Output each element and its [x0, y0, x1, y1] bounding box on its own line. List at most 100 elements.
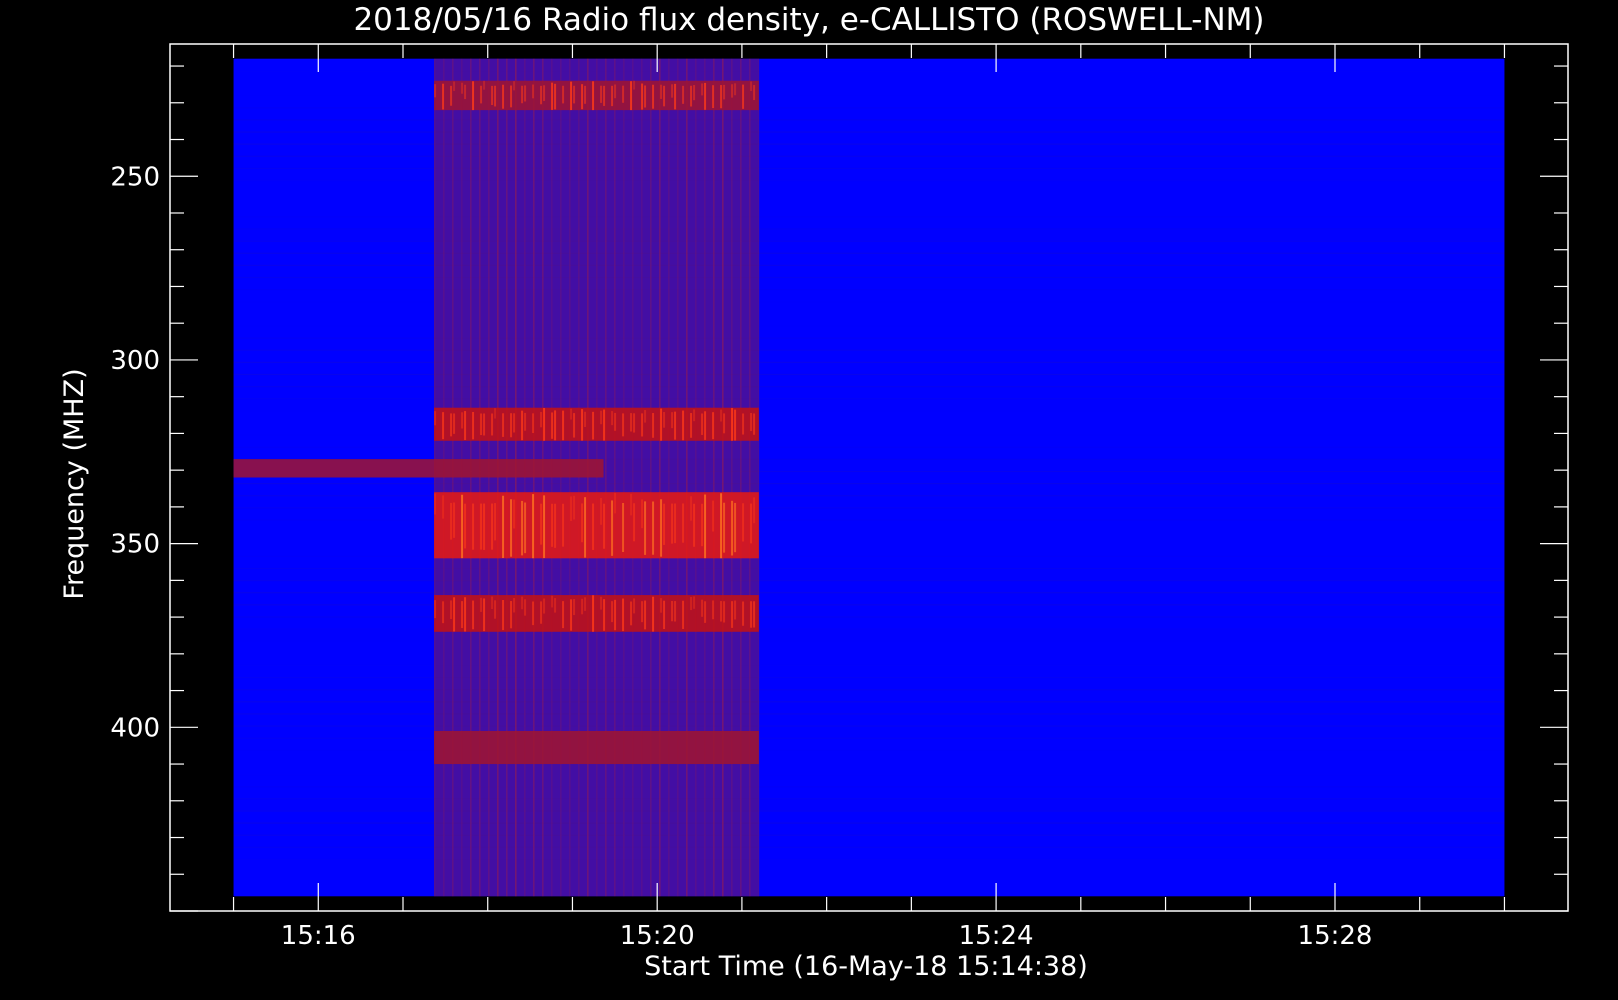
burst-speckle: [442, 412, 445, 440]
burst-speckle: [510, 601, 513, 629]
burst-speckle: [603, 85, 606, 106]
burst-speckle: [750, 412, 753, 432]
burst-stripe: [758, 58, 760, 897]
noise-stripe: [233, 252, 1505, 254]
burst-speckle: [494, 85, 497, 107]
burst-speckle: [701, 599, 704, 617]
burst-speckle: [693, 596, 696, 609]
burst-stripe: [695, 58, 697, 897]
burst-speckle: [543, 85, 546, 101]
burst-speckle: [600, 498, 603, 525]
burst-speckle: [682, 410, 685, 441]
burst-speckle: [622, 413, 625, 437]
burst-band: [434, 730, 759, 765]
burst-speckle: [731, 500, 734, 556]
burst-speckle: [630, 81, 633, 111]
noise-stripe: [234, 71, 1505, 72]
burst-band: [434, 407, 759, 441]
burst-band: [434, 492, 759, 559]
burst-speckle: [652, 84, 655, 109]
burst-speckle: [464, 411, 467, 441]
burst-speckle: [453, 597, 456, 632]
burst-stripe: [731, 58, 733, 897]
noise-stripe: [234, 895, 1505, 896]
burst-speckle: [633, 413, 636, 433]
burst-speckle: [663, 85, 666, 107]
burst-speckle: [644, 600, 647, 630]
burst-speckle: [704, 82, 707, 110]
noise-stripe: [233, 155, 1505, 157]
burst-speckle: [510, 499, 513, 557]
noise-stripe: [234, 519, 1505, 520]
noise-stripe: [234, 871, 1505, 872]
noise-stripe: [233, 567, 1505, 570]
burst-speckle: [472, 600, 475, 630]
burst-speckle: [570, 496, 573, 521]
burst-speckle: [562, 503, 565, 547]
burst-speckle: [510, 85, 513, 108]
burst-speckle: [720, 493, 723, 559]
x-axis-label: Start Time (16-May-18 15:14:38): [644, 951, 1088, 982]
burst-speckle: [723, 502, 726, 553]
burst-speckle: [693, 409, 696, 422]
burst-speckle: [674, 601, 677, 622]
burst-speckle: [483, 80, 486, 90]
burst-speckle: [592, 503, 595, 550]
burst-region: [434, 492, 759, 559]
burst-speckle: [513, 81, 516, 91]
burst-speckle: [453, 502, 456, 538]
burst-stripe: [650, 58, 652, 897]
noise-stripe: [233, 834, 1505, 836]
burst-speckle: [644, 85, 647, 108]
burst-speckle: [543, 495, 546, 559]
burst-speckle: [491, 85, 494, 105]
burst-speckle: [532, 84, 535, 99]
noise-stripe: [233, 264, 1505, 266]
burst-speckle: [611, 601, 614, 623]
burst-speckle: [524, 599, 527, 616]
burst-speckle: [622, 502, 625, 552]
burst-speckle: [693, 85, 696, 101]
burst-speckle: [641, 499, 644, 529]
burst-speckle: [641, 83, 644, 110]
burst-speckle: [652, 501, 655, 555]
burst-speckle: [480, 85, 483, 104]
burst-band: [434, 80, 759, 111]
burst-speckle: [674, 411, 677, 440]
burst-speckle: [551, 503, 554, 547]
noise-stripe: [233, 495, 1505, 497]
burst-speckle: [660, 84, 663, 99]
burst-speckle: [734, 409, 737, 441]
burst-speckle: [611, 411, 614, 426]
burst-speckle: [734, 600, 737, 620]
burst-speckle: [573, 599, 576, 616]
burst-speckle: [480, 413, 483, 436]
burst-speckle: [442, 83, 445, 110]
burst-speckle: [633, 503, 636, 542]
burst-speckle: [551, 82, 554, 110]
burst-speckle: [581, 598, 584, 615]
burst-speckle: [502, 413, 505, 437]
burst-speckle: [461, 412, 464, 429]
burst-speckle: [633, 80, 636, 90]
burst-speckle: [434, 493, 437, 515]
burst-speckle: [540, 503, 543, 545]
burst-speckle: [573, 495, 576, 520]
noise-stripe: [233, 507, 1505, 509]
burst-speckle: [641, 413, 644, 437]
spectrogram-figure: 15:16 15:20 15:24 15:28 250 300 350 400 2018/05…: [0, 0, 1618, 1000]
burst-speckle: [450, 600, 453, 620]
noise-stripe: [233, 107, 1505, 109]
burst-speckle: [532, 413, 535, 434]
burst-speckle: [453, 81, 456, 91]
noise-stripe: [233, 713, 1505, 715]
burst-speckle: [611, 85, 614, 107]
burst-speckle: [450, 502, 453, 540]
burst-speckle: [461, 601, 464, 629]
noise-stripe: [233, 386, 1505, 388]
burst-speckle: [611, 500, 614, 556]
noise-stripe: [233, 628, 1505, 630]
burst-speckle: [450, 85, 453, 106]
noise-stripe: [234, 192, 1505, 193]
burst-speckle: [543, 598, 546, 614]
